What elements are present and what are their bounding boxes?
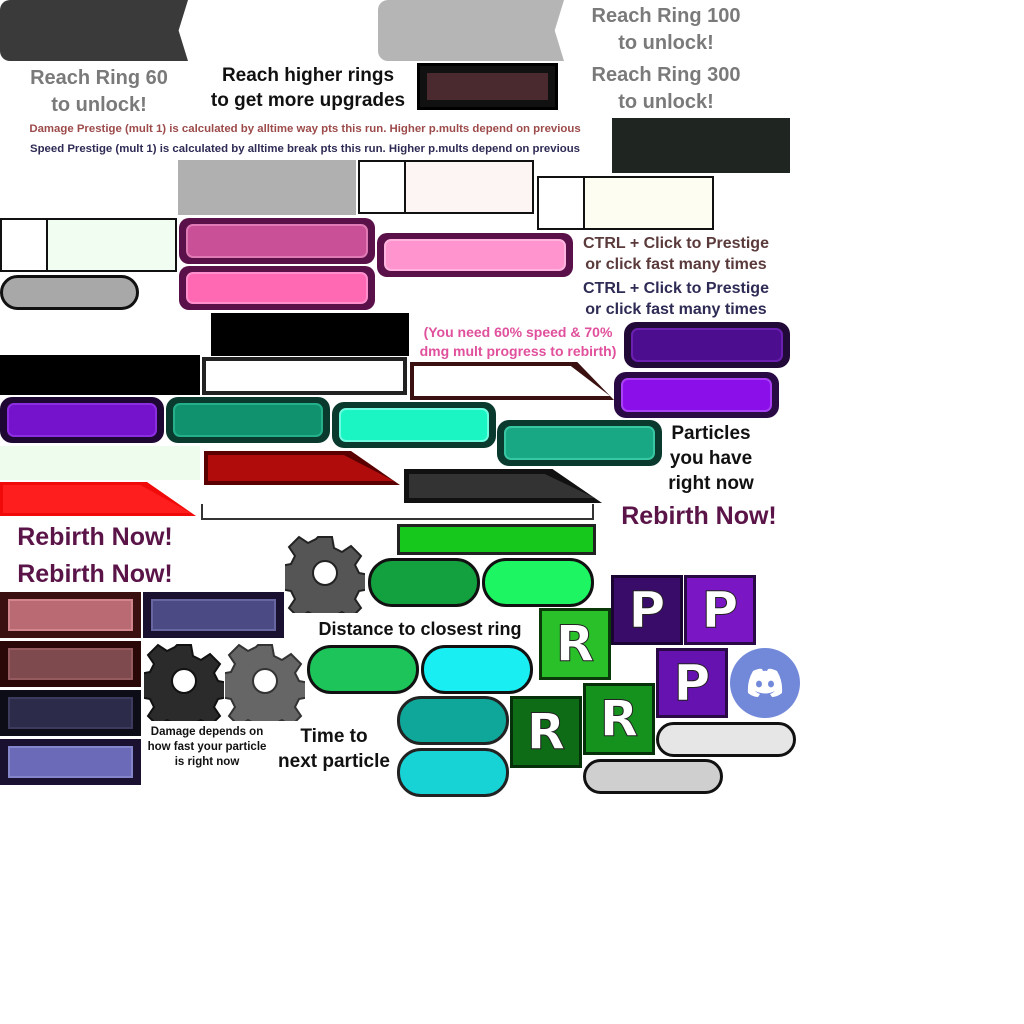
- ring100-line2: to unlock!: [618, 32, 714, 54]
- dark-purple-button[interactable]: [624, 322, 790, 368]
- red-slanted-bar: [0, 482, 196, 516]
- bracket-frame: [201, 504, 594, 520]
- prestige-hint-damage: CTRL + Click to Prestige or click fast m…: [574, 234, 778, 274]
- red-slanted-bar-dark: [204, 451, 400, 485]
- grey-pill[interactable]: [583, 759, 723, 794]
- mint-button[interactable]: [332, 402, 496, 448]
- time-label-line2: next particle: [278, 750, 390, 772]
- white-progress-frame: [202, 357, 407, 395]
- teal-oval-button[interactable]: [397, 696, 509, 745]
- gear-icon[interactable]: [219, 641, 311, 736]
- aqua-oval-button[interactable]: [397, 748, 509, 797]
- slanted-outline-frame: [410, 362, 614, 400]
- rebirth-tile[interactable]: R: [539, 608, 611, 680]
- teal-button-textured[interactable]: [497, 420, 662, 466]
- rose-frame: [0, 592, 141, 638]
- dark-green-panel: [612, 118, 790, 173]
- navy-frame: [0, 690, 141, 736]
- lavender-frame: [0, 739, 141, 785]
- ring60-unlock-label: Reach Ring 60 to unlock!: [10, 66, 188, 117]
- slate-frame: [143, 592, 284, 638]
- ring60-line2: to unlock!: [51, 94, 147, 116]
- damage-prestige-info: Damage Prestige (mult 1) is calculated b…: [29, 123, 581, 135]
- particles-label-line3: right now: [668, 472, 754, 494]
- speed-prestige-info: Speed Prestige (mult 1) is calculated by…: [29, 143, 581, 155]
- ring100-unlock-label: Reach Ring 100 to unlock!: [574, 4, 758, 55]
- damage-info-line2: how fast your particle: [147, 740, 267, 753]
- dark-red-frame: [417, 63, 558, 110]
- prestige-tile[interactable]: P: [656, 648, 728, 718]
- upgrades-hint-line1: Reach higher rings: [221, 65, 395, 86]
- grey-toggle-pill[interactable]: [0, 275, 139, 310]
- ring60-line1: Reach Ring 60: [30, 67, 168, 89]
- grey-slanted-bar: [404, 469, 602, 503]
- upgrades-hint-line2: to get more upgrades: [210, 89, 406, 111]
- rebirth-now-left-top[interactable]: Rebirth Now!: [4, 522, 186, 552]
- particles-label: Particles you have right now: [662, 423, 760, 495]
- time-to-next-particle: Time to next particle: [272, 726, 396, 774]
- purple-button[interactable]: [614, 372, 779, 418]
- violet-button[interactable]: [0, 397, 164, 443]
- teal-button[interactable]: [166, 397, 330, 443]
- green-progress-bar: [397, 524, 596, 555]
- particles-label-line1: Particles: [671, 423, 751, 444]
- prestige-hint-speed-line1: CTRL + Click to Prestige: [583, 280, 769, 297]
- ring300-line1: Reach Ring 300: [591, 64, 741, 86]
- pale-green-panel: [0, 446, 200, 480]
- rebirth-tile[interactable]: R: [583, 683, 655, 755]
- damage-info: Damage depends on how fast your particle…: [140, 725, 274, 770]
- grey-panel: [178, 160, 356, 215]
- ring300-unlock-label: Reach Ring 300 to unlock!: [574, 63, 758, 114]
- grey-banner: [378, 0, 564, 61]
- ring300-line2: to unlock!: [618, 91, 714, 113]
- light-grey-pill[interactable]: [656, 722, 796, 757]
- upgrades-hint: Reach higher rings to get more upgrades: [202, 65, 414, 113]
- green-oval-button[interactable]: [307, 645, 419, 694]
- cyan-oval-button[interactable]: [421, 645, 533, 694]
- rebirth-requirement: (You need 60% speed & 70% dmg mult progr…: [408, 324, 628, 360]
- maroon-frame: [0, 641, 141, 687]
- damage-info-line1: Damage depends on: [150, 726, 264, 738]
- checkbox-row-mint[interactable]: [0, 218, 177, 272]
- black-bar-small: [211, 313, 409, 356]
- rebirth-now-right[interactable]: Rebirth Now!: [608, 501, 790, 531]
- particles-label-line2: you have: [669, 447, 753, 469]
- checkbox-row-cream[interactable]: [537, 176, 714, 230]
- rebirth-requirement-line2: dmg mult progress to rebirth): [419, 342, 617, 359]
- magenta-button[interactable]: [179, 218, 375, 264]
- pink-button-large[interactable]: [179, 266, 375, 310]
- dark-banner: [0, 0, 188, 61]
- damage-info-line3: is right now: [174, 755, 240, 768]
- rebirth-tile[interactable]: R: [510, 696, 582, 768]
- ring100-line1: Reach Ring 100: [591, 5, 741, 27]
- prestige-tile[interactable]: P: [611, 575, 683, 645]
- prestige-hint-damage-line2: or click fast many times: [585, 256, 767, 274]
- prestige-hint-speed-line2: or click fast many times: [585, 301, 767, 319]
- rebirth-now-left-bottom[interactable]: Rebirth Now!: [4, 559, 186, 589]
- gear-icon[interactable]: [138, 641, 230, 736]
- bright-green-pill[interactable]: [482, 558, 594, 607]
- distance-label: Distance to closest ring: [318, 619, 522, 639]
- time-label-line1: Time to: [300, 726, 368, 747]
- light-pink-button[interactable]: [377, 233, 573, 277]
- black-bar-large: [0, 355, 200, 395]
- discord-icon[interactable]: [730, 648, 800, 718]
- dark-green-pill[interactable]: [368, 558, 480, 607]
- gear-icon[interactable]: [279, 533, 371, 628]
- prestige-hint-damage-line1: CTRL + Click to Prestige: [583, 235, 769, 252]
- prestige-hint-speed: CTRL + Click to Prestige or click fast m…: [574, 279, 778, 319]
- prestige-tile[interactable]: P: [684, 575, 756, 645]
- rebirth-requirement-line1: (You need 60% speed & 70%: [423, 324, 613, 340]
- checkbox-row-pink[interactable]: [358, 160, 534, 214]
